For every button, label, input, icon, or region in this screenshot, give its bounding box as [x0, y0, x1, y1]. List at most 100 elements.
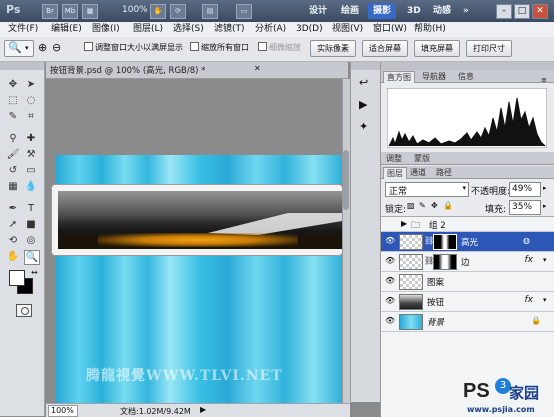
- brushes-icon[interactable]: ✦: [359, 120, 368, 133]
- 3d-rotate-icon[interactable]: ⟲: [6, 234, 20, 247]
- blur-tool-icon[interactable]: 💧: [24, 180, 38, 193]
- fit-screen-button[interactable]: 适合屏幕: [362, 40, 408, 57]
- menu-view[interactable]: 视图(V): [332, 23, 363, 36]
- layer-row[interactable]: ▶ 🗀 组 2: [381, 217, 554, 232]
- fill-screen-button[interactable]: 填充屏幕: [414, 40, 460, 57]
- minimize-icon[interactable]: –: [496, 4, 512, 19]
- eye-icon[interactable]: 👁: [385, 277, 395, 285]
- tab-histogram[interactable]: 直方图: [383, 71, 415, 83]
- eye-icon[interactable]: 👁: [385, 297, 395, 305]
- menu-window[interactable]: 窗口(W): [373, 23, 407, 36]
- menu-select[interactable]: 选择(S): [173, 23, 204, 36]
- quick-select-icon[interactable]: ✎: [6, 110, 20, 123]
- eye-icon[interactable]: 👁: [385, 317, 395, 325]
- vertical-scroll-thumb[interactable]: [343, 150, 349, 210]
- move-tool-icon[interactable]: ✥: [6, 78, 20, 91]
- zoom-tool-icon[interactable]: 🔍: [24, 250, 40, 265]
- path-select-icon[interactable]: ➚: [6, 218, 20, 231]
- pen-tool-icon[interactable]: ✒: [6, 202, 20, 215]
- resize-windows-checkbox[interactable]: 调整窗口大小以满屏显示: [84, 42, 183, 53]
- layer-row[interactable]: 👁 ⛓ 边 fx ▾: [381, 252, 554, 272]
- visibility-off-icon[interactable]: [385, 222, 395, 230]
- fill-slider-arrow-icon[interactable]: ▸: [543, 202, 547, 210]
- eyedropper-icon[interactable]: ⚲: [6, 132, 20, 145]
- tab-adjustments[interactable]: 调整: [383, 153, 405, 164]
- print-size-button[interactable]: 打印尺寸: [466, 40, 512, 57]
- menu-file[interactable]: 文件(F): [8, 23, 38, 36]
- tools-panel-header[interactable]: [0, 62, 44, 70]
- menu-analysis[interactable]: 分析(A): [255, 23, 286, 36]
- layer-row[interactable]: 👁 背景 🔒: [381, 312, 554, 332]
- zoom-level[interactable]: 100%: [122, 5, 148, 15]
- opacity-slider-arrow-icon[interactable]: ▸: [543, 184, 547, 192]
- lock-transparent-icon[interactable]: ▨: [407, 201, 415, 210]
- tab-info[interactable]: 信息: [455, 71, 477, 82]
- lock-image-icon[interactable]: ✎: [419, 201, 426, 210]
- hand-tool-icon[interactable]: ✋: [6, 250, 20, 263]
- menu-image[interactable]: 图像(I): [92, 23, 120, 36]
- eraser-icon[interactable]: ▭: [24, 164, 38, 177]
- eye-icon[interactable]: 👁: [385, 237, 395, 245]
- menu-layer[interactable]: 图层(L): [133, 23, 163, 36]
- tab-navigator[interactable]: 导航器: [419, 71, 449, 82]
- swap-colors-icon[interactable]: ↔: [31, 268, 38, 277]
- tab-masks[interactable]: 蒙版: [411, 153, 433, 164]
- zoom-in-icon[interactable]: ⊕: [38, 41, 47, 54]
- layer-mask-thumbnail[interactable]: [433, 234, 457, 250]
- zoom-status-field[interactable]: 100%: [48, 405, 78, 417]
- history-brush-icon[interactable]: ↺: [6, 164, 20, 177]
- menu-3d[interactable]: 3D(D): [296, 23, 323, 36]
- close-icon[interactable]: ✕: [532, 4, 548, 19]
- menu-help[interactable]: 帮助(H): [414, 23, 446, 36]
- marquee-tool-icon[interactable]: ⬚: [6, 94, 20, 107]
- workspace-photography[interactable]: 摄影: [368, 3, 397, 19]
- chevron-down-icon[interactable]: ▾: [543, 296, 547, 304]
- close-tab-icon[interactable]: ✕: [254, 64, 261, 73]
- panel-strip-header[interactable]: [351, 62, 381, 70]
- 3d-orbit-icon[interactable]: ◎: [24, 234, 38, 247]
- workspace-design[interactable]: 设计: [304, 3, 332, 19]
- dock-header[interactable]: [381, 62, 554, 70]
- status-menu-arrow-icon[interactable]: ▶: [200, 405, 206, 414]
- blend-mode-select[interactable]: 正常 ▾: [385, 182, 469, 197]
- foreground-color-swatch[interactable]: [9, 270, 25, 286]
- clone-stamp-icon[interactable]: ⚒: [24, 148, 38, 161]
- zoom-out-icon[interactable]: ⊖: [52, 41, 61, 54]
- workspace-painting[interactable]: 绘画: [336, 3, 364, 19]
- scrubby-zoom-checkbox[interactable]: 细微缩放: [258, 42, 301, 53]
- zoom-all-checkbox[interactable]: 缩放所有窗口: [190, 42, 249, 53]
- rotate-view-icon[interactable]: ⟳: [170, 4, 186, 19]
- lock-all-icon[interactable]: 🔒: [443, 201, 453, 210]
- panel-menu-icon[interactable]: ≡: [541, 76, 547, 84]
- opacity-field[interactable]: 49%: [509, 182, 541, 197]
- quick-mask-icon[interactable]: [16, 304, 32, 317]
- actual-pixels-button[interactable]: 实际像素: [310, 40, 356, 57]
- chevron-down-icon[interactable]: ▾: [543, 256, 547, 264]
- type-tool-icon[interactable]: T: [24, 202, 38, 215]
- fill-field[interactable]: 35%: [509, 200, 541, 215]
- history-icon[interactable]: ↩: [359, 76, 368, 89]
- actions-icon[interactable]: ▶: [359, 98, 367, 111]
- fx-icon[interactable]: fx: [525, 255, 534, 265]
- menu-edit[interactable]: 编辑(E): [51, 23, 82, 36]
- menu-filter[interactable]: 滤镜(T): [214, 23, 245, 36]
- fx-icon[interactable]: fx: [525, 295, 534, 305]
- layer-mask-thumbnail[interactable]: [433, 254, 457, 270]
- layer-row[interactable]: 👁 图案: [381, 272, 554, 292]
- move-arrow-icon[interactable]: ➤: [24, 78, 38, 91]
- bridge-icon[interactable]: Br: [42, 4, 58, 19]
- shape-tool-icon[interactable]: ■: [24, 218, 38, 231]
- workspace-motion[interactable]: 动感: [428, 3, 456, 19]
- tab-channels[interactable]: 通道: [407, 167, 429, 178]
- tool-preset-picker[interactable]: 🔍 ▾: [4, 40, 34, 57]
- layer-row-selected[interactable]: 👁 ⛓ 高光 ◍: [381, 232, 554, 252]
- more-workspaces[interactable]: »: [458, 3, 474, 19]
- workspace-3d[interactable]: 3D: [402, 3, 426, 19]
- arrange-documents-icon[interactable]: ▤: [202, 4, 218, 19]
- eye-icon[interactable]: 👁: [385, 257, 395, 265]
- lasso-tool-icon[interactable]: ◌: [24, 94, 38, 107]
- layer-row[interactable]: 👁 按钮 fx ▾: [381, 292, 554, 312]
- screen-mode-icon[interactable]: ▭: [236, 4, 252, 19]
- tab-paths[interactable]: 路径: [433, 167, 455, 178]
- view-extras-icon[interactable]: ▦: [82, 4, 98, 19]
